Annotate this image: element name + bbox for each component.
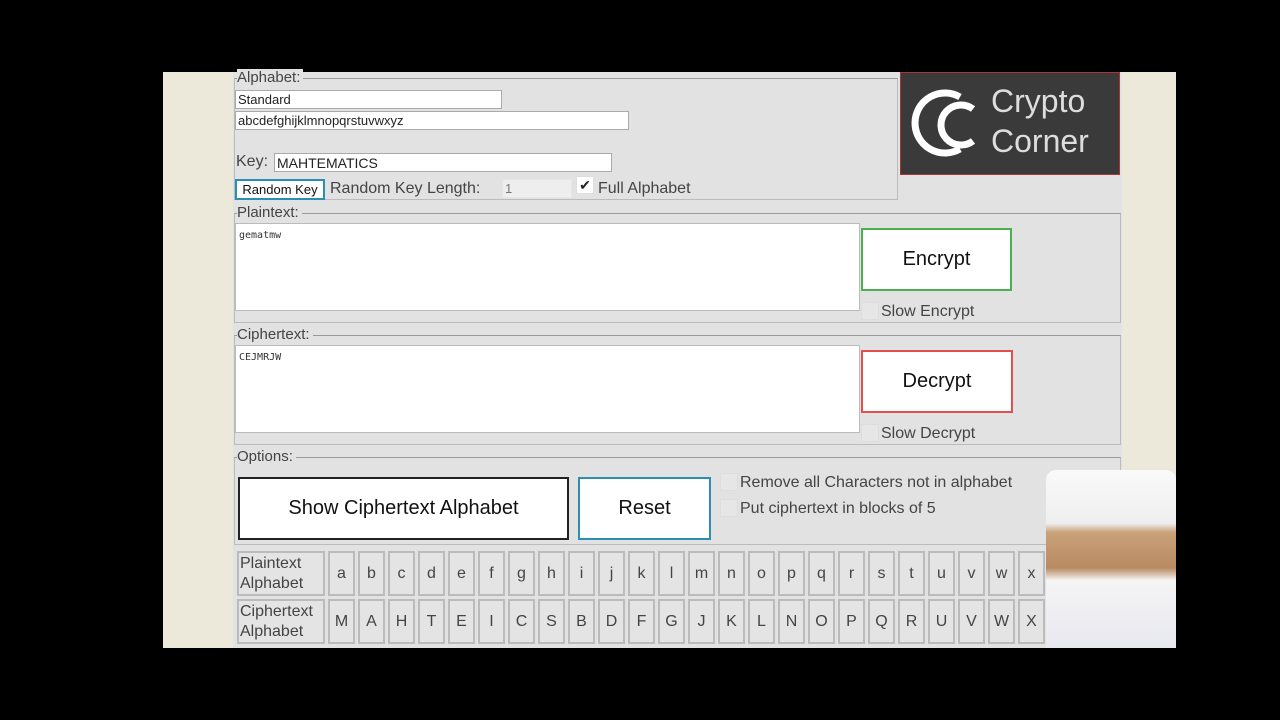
options-legend: Options:	[237, 448, 296, 465]
plain-letter-cell: p	[778, 551, 805, 596]
logo-line-1: Crypto	[991, 83, 1086, 119]
plain-letter-cell: r	[838, 551, 865, 596]
presenter-webcam-video	[1046, 470, 1176, 648]
plain-letter-cell: l	[658, 551, 685, 596]
random-key-length-input[interactable]: 1	[502, 179, 572, 198]
plaintext-alphabet-row: Plaintext Alphabet a b c d e f g h i j k l m n o p q r s t u v…	[237, 551, 1045, 596]
plaintext-textarea[interactable]: gematmw	[235, 223, 860, 311]
cipher-letter-cell: F	[628, 599, 655, 644]
full-alphabet-checkbox[interactable]: ✔	[576, 176, 594, 194]
plain-letter-cell: k	[628, 551, 655, 596]
cipher-letter-cell: M	[328, 599, 355, 644]
cipher-letter-cell: R	[898, 599, 925, 644]
cipher-letter-cell: U	[928, 599, 955, 644]
plain-letter-cell: x	[1018, 551, 1045, 596]
show-ciphertext-alphabet-button[interactable]: Show Ciphertext Alphabet	[238, 477, 569, 540]
cipher-letter-cell: L	[748, 599, 775, 644]
plain-letter-cell: g	[508, 551, 535, 596]
cipher-letter-cell: Q	[868, 599, 895, 644]
slow-decrypt-label: Slow Decrypt	[881, 425, 976, 442]
plain-letter-cell: n	[718, 551, 745, 596]
plain-letter-cell: i	[568, 551, 595, 596]
plain-letter-cell: u	[928, 551, 955, 596]
cipher-letter-cell: P	[838, 599, 865, 644]
alphabet-input[interactable]: abcdefghijklmnopqrstuvwxyz	[235, 111, 629, 130]
remove-chars-checkbox[interactable]	[720, 473, 738, 491]
cipher-letter-cell: T	[418, 599, 445, 644]
plain-letter-cell: s	[868, 551, 895, 596]
plain-letter-cell: t	[898, 551, 925, 596]
crypto-corner-logo: Crypto Corner	[900, 72, 1120, 175]
cipher-letter-cell: H	[388, 599, 415, 644]
reset-button[interactable]: Reset	[578, 477, 711, 540]
substitution-table: Plaintext Alphabet a b c d e f g h i j k l m n o p q r s t u v…	[234, 548, 1048, 647]
slow-decrypt-checkbox[interactable]	[861, 424, 879, 442]
ciphertext-alphabet-row: Ciphertext Alphabet M A H T E I C S B D F G J K L N O P Q R U…	[237, 599, 1045, 644]
encrypt-button[interactable]: Encrypt	[861, 228, 1012, 291]
random-key-button[interactable]: Random Key	[235, 179, 325, 200]
cipher-letter-cell: G	[658, 599, 685, 644]
plain-letter-cell: c	[388, 551, 415, 596]
full-alphabet-label: Full Alphabet	[598, 180, 691, 197]
blocks-of-5-checkbox[interactable]	[720, 499, 738, 517]
cipher-letter-cell: X	[1018, 599, 1045, 644]
key-label: Key:	[236, 153, 269, 170]
decrypt-button[interactable]: Decrypt	[861, 350, 1013, 413]
cipher-letter-cell: O	[808, 599, 835, 644]
cipher-letter-cell: C	[508, 599, 535, 644]
cipher-letter-cell: W	[988, 599, 1015, 644]
cipher-letter-cell: D	[598, 599, 625, 644]
plain-letter-cell: o	[748, 551, 775, 596]
plain-letter-cell: q	[808, 551, 835, 596]
plain-letter-cell: b	[358, 551, 385, 596]
cipher-letter-cell: E	[448, 599, 475, 644]
blocks-of-5-label: Put ciphertext in blocks of 5	[740, 500, 936, 517]
plain-letter-cell: d	[418, 551, 445, 596]
plain-letter-cell: h	[538, 551, 565, 596]
plain-letter-cell: a	[328, 551, 355, 596]
plaintext-alphabet-header: Plaintext Alphabet	[237, 551, 325, 596]
alphabet-legend: Alphabet:	[237, 69, 304, 86]
plain-letter-cell: w	[988, 551, 1015, 596]
cipher-letter-cell: I	[478, 599, 505, 644]
cipher-letter-cell: J	[688, 599, 715, 644]
cipher-letter-cell: V	[958, 599, 985, 644]
cipher-letter-cell: A	[358, 599, 385, 644]
random-key-length-label: Random Key Length:	[330, 180, 481, 197]
ciphertext-legend: Ciphertext:	[237, 326, 313, 343]
plain-letter-cell: e	[448, 551, 475, 596]
logo-line-2: Corner	[991, 123, 1089, 159]
slow-encrypt-label: Slow Encrypt	[881, 303, 975, 320]
remove-chars-label: Remove all Characters not in alphabet	[740, 474, 1013, 491]
plain-letter-cell: f	[478, 551, 505, 596]
cipher-letter-cell: B	[568, 599, 595, 644]
ciphertext-textarea[interactable]: CEJMRJW	[235, 345, 860, 433]
ciphertext-alphabet-header: Ciphertext Alphabet	[237, 599, 325, 644]
cipher-letter-cell: N	[778, 599, 805, 644]
cipher-letter-cell: S	[538, 599, 565, 644]
plain-letter-cell: j	[598, 551, 625, 596]
cipher-letter-cell: K	[718, 599, 745, 644]
slow-encrypt-checkbox[interactable]	[861, 302, 879, 320]
plain-letter-cell: m	[688, 551, 715, 596]
alphabet-preset-select[interactable]: Standard	[235, 90, 502, 109]
cc-logo-icon	[911, 89, 976, 157]
key-input[interactable]: MAHTEMATICS	[274, 153, 612, 172]
plaintext-legend: Plaintext:	[237, 204, 302, 221]
plain-letter-cell: v	[958, 551, 985, 596]
